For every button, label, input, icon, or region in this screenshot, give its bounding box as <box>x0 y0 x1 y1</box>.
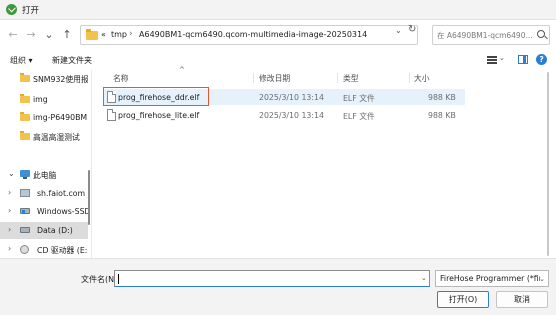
file-modified: 2025/3/10 13:14 <box>259 93 324 102</box>
file-list-scrollbar[interactable] <box>547 72 549 256</box>
column-divider[interactable] <box>253 73 254 83</box>
sort-ascending-icon: ^ <box>179 66 185 74</box>
open-button[interactable]: 打开(O) <box>437 291 489 308</box>
folder-icon <box>20 112 30 121</box>
back-icon[interactable]: ← <box>6 28 20 42</box>
sidebar-item-label: sh.faiot.com <box>37 189 86 198</box>
breadcrumb-overflow[interactable]: « <box>101 30 106 39</box>
folder-icon <box>20 94 30 103</box>
sidebar-item-img[interactable]: img <box>0 91 88 108</box>
sidebar-item-windows-ssd[interactable]: › Windows-SSD <box>0 203 88 220</box>
sidebar-item-label: CD 驱动器 (E: <box>37 246 88 255</box>
sidebar-item-data-d[interactable]: › Data (D:) <box>0 222 88 239</box>
column-header-name[interactable]: 名称 <box>113 73 129 84</box>
breadcrumb-current[interactable]: A6490BM1-qcm6490.qcom-multimedia-image-2… <box>139 30 367 39</box>
command-bar: 组织 ▾ 新建文件夹 ⌄ ? <box>0 50 556 70</box>
title-bar: 打开 <box>0 0 556 20</box>
preview-pane-icon[interactable] <box>518 55 528 64</box>
file-name: prog_firehose_ddr.elf <box>118 93 200 102</box>
drive-icon <box>20 227 30 233</box>
column-divider[interactable] <box>337 73 338 83</box>
column-header-modified[interactable]: 修改日期 <box>259 73 290 84</box>
organize-button[interactable]: 组织 ▾ <box>10 55 33 66</box>
chevron-right-icon[interactable]: › <box>8 188 11 197</box>
file-icon <box>107 109 116 121</box>
refresh-icon[interactable]: ↻ <box>408 24 416 35</box>
file-modified: 2025/3/10 13:14 <box>259 111 324 120</box>
chevron-down-icon[interactable]: ⌄ <box>8 169 15 178</box>
file-name: prog_firehose_lite.elf <box>118 111 200 120</box>
view-options-icon[interactable] <box>487 56 497 64</box>
sidebar-item-label: 高温高湿测试 <box>33 133 80 142</box>
column-header-size[interactable]: 大小 <box>414 73 430 84</box>
network-drive-icon <box>20 189 30 197</box>
file-type: ELF 文件 <box>343 94 375 103</box>
file-size: 988 KB <box>428 111 456 120</box>
file-type: ELF 文件 <box>343 112 375 121</box>
file-row[interactable]: prog_firehose_ddr.elf 2025/3/10 13:14 EL… <box>103 89 465 105</box>
file-list: ^ 名称 修改日期 类型 大小 prog_firehose_ddr.elf 20… <box>93 66 556 258</box>
new-folder-button[interactable]: 新建文件夹 <box>52 55 92 66</box>
breadcrumb-separator-icon[interactable]: › <box>129 29 133 39</box>
sidebar-item-label: Windows-SSD <box>37 207 88 216</box>
chevron-right-icon[interactable]: › <box>8 225 11 234</box>
chevron-down-icon: ⌄ <box>539 275 545 283</box>
view-dropdown-icon[interactable]: ⌄ <box>499 54 505 62</box>
file-icon <box>107 91 116 103</box>
breadcrumb-tmp[interactable]: tmp <box>111 30 127 39</box>
file-row[interactable]: prog_firehose_lite.elf 2025/3/10 13:14 E… <box>103 107 465 123</box>
filename-input[interactable] <box>114 270 430 287</box>
navigation-bar: ← → ⌄ ↑ « tmp › A6490BM1-qcm6490.qcom-mu… <box>0 20 556 50</box>
sidebar-item-high-temp-test[interactable]: 高温高湿测试 <box>0 128 88 145</box>
dialog-footer: 文件名(N): ⌄ FireHose Programmer (*firel ⌄ … <box>0 258 556 315</box>
chevron-right-icon[interactable]: › <box>8 244 11 253</box>
filetype-value: FireHose Programmer (*firel <box>440 274 540 283</box>
sidebar-item-label: img-P6490BM <box>33 113 88 122</box>
folder-icon <box>20 73 30 82</box>
column-divider[interactable] <box>409 73 410 83</box>
sidebar-item-label: 此电脑 <box>33 171 57 180</box>
app-icon <box>6 4 17 15</box>
computer-icon <box>20 170 30 179</box>
help-icon[interactable]: ? <box>536 54 547 65</box>
sidebar-item-img-p6490bm[interactable]: img-P6490BM <box>0 109 88 126</box>
search-input[interactable]: 在 A6490BM1-qcm6490... <box>437 30 533 41</box>
cancel-button[interactable]: 取消 <box>496 291 548 308</box>
column-header-type[interactable]: 类型 <box>343 73 359 84</box>
sidebar-item-label: SNM932使用报 <box>33 75 88 84</box>
file-size: 988 KB <box>428 93 456 102</box>
recent-locations-icon[interactable]: ⌄ <box>42 28 56 42</box>
window-title: 打开 <box>22 6 40 16</box>
text-caret <box>118 274 119 284</box>
sidebar-item-cd-drive[interactable]: › CD 驱动器 (E: <box>0 241 88 258</box>
windows-drive-icon <box>20 208 30 214</box>
sidebar-scrollbar[interactable] <box>88 170 90 225</box>
sidebar-item-label: img <box>33 95 48 104</box>
sidebar-item-this-pc[interactable]: ⌄ 此电脑 <box>0 166 88 183</box>
sidebar-item-network-share[interactable]: › sh.faiot.com <box>0 185 88 202</box>
forward-icon[interactable]: → <box>24 28 38 42</box>
filename-dropdown-icon[interactable]: ⌄ <box>421 274 427 282</box>
filetype-select[interactable]: FireHose Programmer (*firel ⌄ <box>435 270 549 287</box>
address-dropdown-icon[interactable]: ⌄ <box>395 26 402 35</box>
folder-icon <box>20 131 30 140</box>
cd-drive-icon <box>20 245 29 254</box>
up-folder-icon[interactable]: ↑ <box>60 28 74 42</box>
folder-icon <box>86 29 98 40</box>
search-icon <box>537 30 545 38</box>
sidebar-item-label: Data (D:) <box>37 226 73 235</box>
chevron-right-icon[interactable]: › <box>8 206 11 215</box>
address-bar[interactable]: « tmp › A6490BM1-qcm6490.qcom-multimedia… <box>80 25 418 45</box>
sidebar-item-snm932[interactable]: SNM932使用报 <box>0 70 88 87</box>
navigation-pane: SNM932使用报 img img-P6490BM 高温高湿测试 ⌄ 此电脑 ›… <box>0 70 92 258</box>
search-box[interactable]: 在 A6490BM1-qcm6490... <box>432 25 550 45</box>
